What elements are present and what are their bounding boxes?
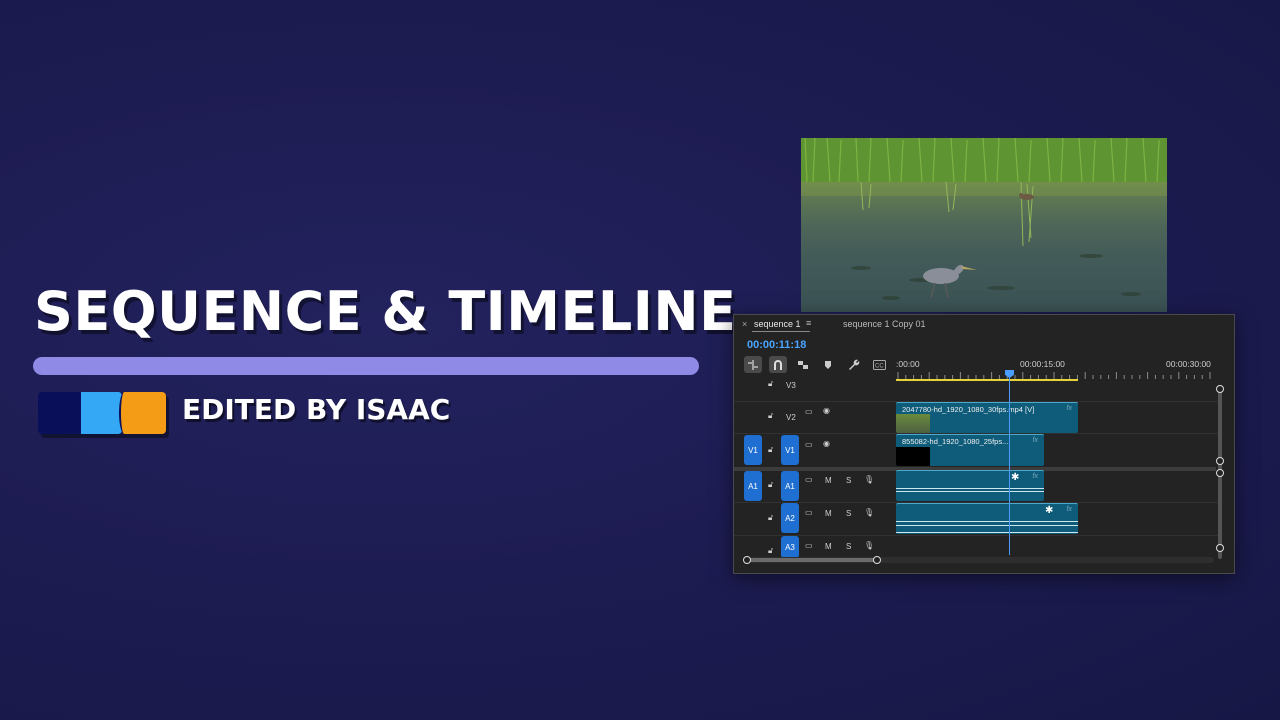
linked-selection-icon[interactable] xyxy=(794,356,812,373)
source-patch-v1[interactable]: V1 xyxy=(744,435,762,465)
eye-icon[interactable]: ◉ xyxy=(823,406,830,415)
track-target-a2[interactable]: A2 xyxy=(781,503,799,533)
voiceover-mic-icon[interactable]: 🎙︎ xyxy=(864,541,874,550)
keyframe-star-icon: ✱ xyxy=(1045,505,1054,516)
playhead-timecode[interactable]: 00:00:11:18 xyxy=(747,339,806,351)
clip-name: 2047780-hd_1920_1080_30fps.mp4 [V] xyxy=(902,405,1035,414)
audio-waveform xyxy=(896,525,1078,526)
voiceover-mic-icon[interactable]: 🎙︎ xyxy=(864,475,874,484)
audio-waveform xyxy=(896,491,1044,492)
audio-waveform xyxy=(896,521,1078,522)
track-lock-icon[interactable]: 🔓︎ xyxy=(768,411,773,421)
solo-button[interactable]: S xyxy=(846,476,851,485)
track-lock-icon[interactable]: 🔓︎ xyxy=(768,445,773,455)
insert-edit-icon[interactable] xyxy=(744,356,762,373)
tab-sequence-1-copy[interactable]: sequence 1 Copy 01 xyxy=(843,319,926,329)
horizontal-scroll-thumb[interactable] xyxy=(748,558,878,562)
clip-v2[interactable]: 2047780-hd_1920_1080_30fps.mp4 [V] fx xyxy=(896,402,1078,433)
zoom-handle-left[interactable] xyxy=(743,556,751,564)
active-tab-indicator xyxy=(752,331,810,332)
voiceover-mic-icon[interactable]: 🎙︎ xyxy=(864,508,874,517)
playhead-line[interactable] xyxy=(1009,373,1010,555)
fx-badge: fx xyxy=(1066,405,1072,412)
scroll-handle[interactable] xyxy=(1216,544,1224,552)
track-lock-icon[interactable]: 🔓︎ xyxy=(768,480,773,490)
timeline-panel: × sequence 1 ≡ sequence 1 Copy 01 00:00:… xyxy=(733,314,1235,574)
fx-badge: fx xyxy=(1032,437,1038,444)
track-target-a3[interactable]: A3 xyxy=(781,536,799,558)
clip-thumbnail xyxy=(896,447,930,466)
mute-button[interactable]: M xyxy=(825,509,832,518)
audio-waveform xyxy=(896,532,1078,533)
program-monitor-preview xyxy=(801,138,1167,312)
scroll-handle[interactable] xyxy=(1216,385,1224,393)
sync-lock-icon[interactable]: ▭ xyxy=(805,440,813,449)
mute-button[interactable]: M xyxy=(825,542,832,551)
sync-lock-icon[interactable]: ▭ xyxy=(805,407,813,416)
marker-icon[interactable] xyxy=(819,356,837,373)
clip-a1[interactable]: fx ✱ xyxy=(896,470,1044,501)
wetland-heron-image xyxy=(801,138,1167,300)
track-label-v2[interactable]: V2 xyxy=(786,413,796,422)
tab-menu-icon[interactable]: ≡ xyxy=(806,318,811,328)
fx-badge: fx xyxy=(1032,473,1038,480)
page-title: SEQUENCE & TIMELINE xyxy=(34,280,737,343)
clip-name: 855082-hd_1920_1080_25fps... xyxy=(902,437,1009,446)
scroll-handle[interactable] xyxy=(1216,457,1224,465)
clip-v1[interactable]: 855082-hd_1920_1080_25fps... fx xyxy=(896,434,1044,466)
clip-thumbnail xyxy=(896,414,930,433)
snap-magnet-icon[interactable] xyxy=(769,356,787,373)
row-separator xyxy=(734,535,1218,536)
brand-logo xyxy=(38,392,166,434)
eye-icon[interactable]: ◉ xyxy=(823,439,830,448)
heron xyxy=(923,264,977,299)
logo-segment-navy xyxy=(38,392,87,434)
accent-bar xyxy=(33,357,699,375)
tab-close-icon[interactable]: × xyxy=(742,319,747,329)
scroll-handle[interactable] xyxy=(1216,469,1224,477)
ruler-label-15s: 00:00:15:00 xyxy=(1020,359,1065,369)
track-lock-icon[interactable]: 🔓︎ xyxy=(768,546,773,556)
track-target-a1[interactable]: A1 xyxy=(781,471,799,501)
mute-button[interactable]: M xyxy=(825,476,832,485)
byline: EDITED BY ISAAC xyxy=(182,393,451,426)
solo-button[interactable]: S xyxy=(846,542,851,551)
captions-icon[interactable]: CC xyxy=(870,356,888,373)
logo-segment-orange xyxy=(119,392,166,434)
fx-badge: fx xyxy=(1066,506,1072,513)
source-patch-a1[interactable]: A1 xyxy=(744,471,762,501)
sync-lock-icon[interactable]: ▭ xyxy=(805,508,813,517)
tab-sequence-1[interactable]: sequence 1 xyxy=(754,319,801,329)
keyframe-star-icon: ✱ xyxy=(1011,472,1020,483)
in-out-range-bar xyxy=(896,379,1078,381)
track-label-v3[interactable]: V3 xyxy=(786,381,796,390)
clip-a2[interactable]: fx ✱ xyxy=(896,503,1078,534)
ruler-label-30s: 00:00:30:00 xyxy=(1166,359,1211,369)
track-lock-icon[interactable]: 🔓︎ xyxy=(768,379,773,389)
sync-lock-icon[interactable]: ▭ xyxy=(805,475,813,484)
zoom-handle-right[interactable] xyxy=(873,556,881,564)
wrench-icon[interactable] xyxy=(845,356,863,373)
track-lock-icon[interactable]: 🔓︎ xyxy=(768,513,773,523)
solo-button[interactable]: S xyxy=(846,509,851,518)
track-target-v1[interactable]: V1 xyxy=(781,435,799,465)
time-ruler[interactable] xyxy=(896,372,1214,381)
sync-lock-icon[interactable]: ▭ xyxy=(805,541,813,550)
audio-waveform xyxy=(896,488,1044,489)
svg-text:CC: CC xyxy=(875,363,884,369)
ruler-label-start: :00:00 xyxy=(896,359,920,369)
timeline-tabs: × sequence 1 ≡ sequence 1 Copy 01 xyxy=(734,315,1234,333)
